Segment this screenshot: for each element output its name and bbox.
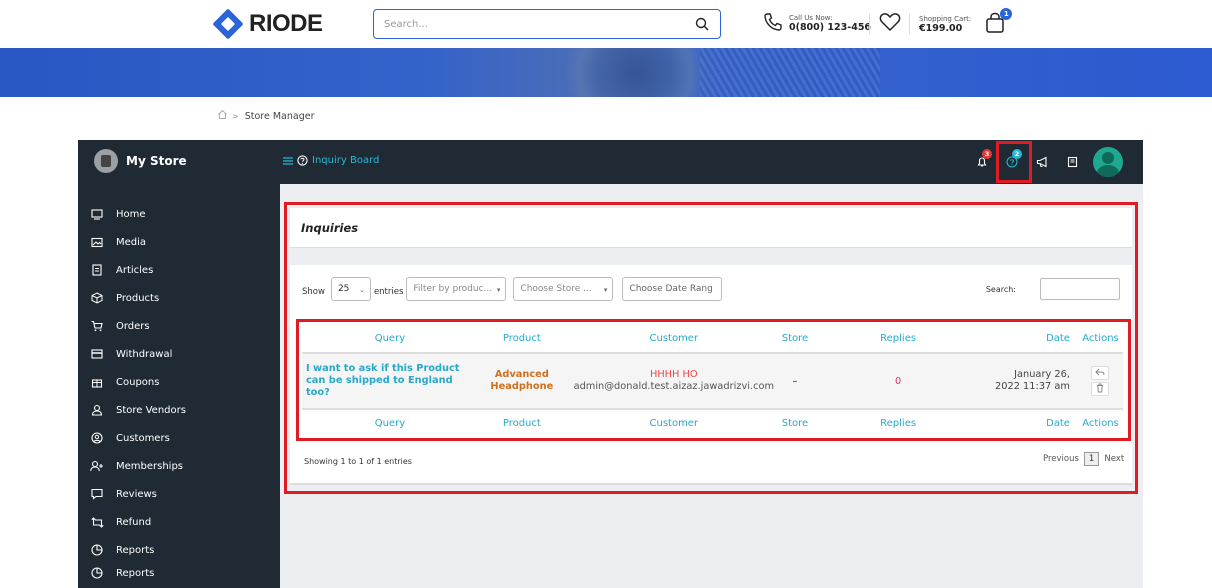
image-icon [90, 235, 104, 249]
sidebar-item-label: Reports [116, 544, 155, 556]
notifications-button[interactable]: 3 [967, 140, 997, 184]
cart-total: €199.00 [919, 22, 963, 34]
sidebar-item-label: Store Vendors [116, 404, 186, 416]
sidebar-item-label: Withdrawal [116, 348, 173, 360]
pie-chart-icon [90, 566, 104, 580]
breadcrumb: > Store Manager [217, 109, 314, 123]
card-icon [90, 347, 104, 361]
highlight-inquiries-table [296, 319, 1131, 441]
table-info: Showing 1 to 1 of 1 entries [304, 457, 412, 466]
user-avatar[interactable] [1093, 147, 1123, 177]
sidebar-item-label: Home [116, 208, 146, 220]
book-icon [1067, 153, 1078, 172]
monitor-icon [90, 207, 104, 221]
menu-toggle-icon[interactable] [283, 156, 293, 166]
call-us[interactable]: Call Us Now: 0(800) 123-456 [763, 12, 871, 36]
page-banner [0, 48, 1212, 97]
cart-icon[interactable]: 1 [985, 8, 1013, 38]
site-logo[interactable]: RIODE [212, 8, 323, 40]
call-us-number: 0(800) 123-456 [789, 21, 872, 33]
site-search [373, 9, 721, 39]
sidebar-item-label: Refund [116, 516, 152, 528]
sidebar-item-label: Coupons [116, 376, 160, 388]
phone-icon [763, 12, 783, 36]
breadcrumb-separator: > [232, 111, 239, 121]
next-page-button[interactable]: Next [1104, 454, 1124, 464]
wishlist-heart-icon[interactable] [879, 12, 901, 36]
megaphone-icon [1036, 153, 1049, 172]
sidebar-item-home[interactable]: Home [90, 204, 146, 224]
banner-watch-image [560, 48, 710, 97]
pie-chart-icon [90, 543, 104, 557]
sidebar-item-customers[interactable]: Customers [90, 428, 170, 448]
manager-sidebar: Home Media Articles Products Orders With… [78, 184, 280, 588]
sidebar-item-media[interactable]: Media [90, 232, 146, 252]
sidebar-item-coupons[interactable]: Coupons [90, 372, 159, 392]
site-header: RIODE Call Us Now: 0(800) 123-456 Shoppi… [0, 0, 1212, 48]
sidebar-item-refund[interactable]: Refund [90, 512, 151, 532]
sidebar-item-label: Reviews [116, 488, 157, 500]
cube-icon [90, 291, 104, 305]
page-1-button[interactable]: 1 [1083, 452, 1100, 466]
header-divider [869, 14, 870, 34]
store-avatar [94, 149, 118, 173]
home-icon[interactable] [217, 109, 228, 123]
question-circle-icon [297, 155, 308, 166]
shopping-cart[interactable]: Shopping Cart: €199.00 1 [919, 8, 1013, 38]
manager-toolbar: 3 2 [967, 140, 1143, 184]
user-circle-icon [90, 431, 104, 445]
logo-mark-icon [212, 8, 244, 40]
breadcrumb-current: Store Manager [244, 110, 315, 122]
sidebar-item-label: Reports [116, 567, 155, 579]
cart-count-badge: 1 [1000, 8, 1013, 20]
sidebar-item-label: Media [116, 236, 147, 248]
site-search-input[interactable] [374, 18, 690, 30]
sidebar-item-reviews[interactable]: Reviews [90, 484, 157, 504]
search-icon[interactable] [690, 12, 714, 36]
manager-topbar: My Store Inquiry Board 3 2 [78, 140, 1143, 184]
previous-page-button[interactable]: Previous [1043, 454, 1079, 464]
sidebar-item-products[interactable]: Products [90, 288, 159, 308]
sidebar-item-withdrawal[interactable]: Withdrawal [90, 344, 172, 364]
sidebar-item-orders[interactable]: Orders [90, 316, 150, 336]
inquiry-board-link[interactable]: Inquiry Board [283, 155, 379, 166]
sidebar-item-reports[interactable]: Reports [90, 540, 154, 560]
retweet-icon [90, 515, 104, 529]
sidebar-item-articles[interactable]: Articles [90, 260, 153, 280]
user-plus-icon [90, 459, 104, 473]
sidebar-item-label: Orders [116, 320, 150, 332]
sidebar-item-memberships[interactable]: Memberships [90, 456, 183, 476]
user-icon [90, 403, 104, 417]
knowledgebase-button[interactable] [1057, 140, 1087, 184]
inquiry-board-label: Inquiry Board [312, 155, 380, 166]
sidebar-item-label: Articles [116, 264, 154, 276]
logo-text: RIODE [249, 10, 323, 37]
sidebar-item-store-vendors[interactable]: Store Vendors [90, 400, 186, 420]
table-pagination: Previous 1 Next [1043, 452, 1124, 466]
comment-icon [90, 487, 104, 501]
gift-icon [90, 375, 104, 389]
sidebar-item-label: Customers [116, 432, 170, 444]
document-icon [90, 263, 104, 277]
store-name: My Store [126, 154, 187, 168]
sidebar-item-label: Products [116, 292, 160, 304]
header-divider [909, 14, 910, 34]
highlight-inquiries-icon [996, 141, 1032, 183]
banner-strap-image [700, 48, 880, 97]
sidebar-item-label: Memberships [116, 460, 184, 472]
notifications-count-badge: 3 [982, 149, 992, 159]
store-title[interactable]: My Store [94, 149, 187, 173]
cart-icon [90, 319, 104, 333]
sidebar-item-reports[interactable]: Reports [90, 563, 154, 583]
